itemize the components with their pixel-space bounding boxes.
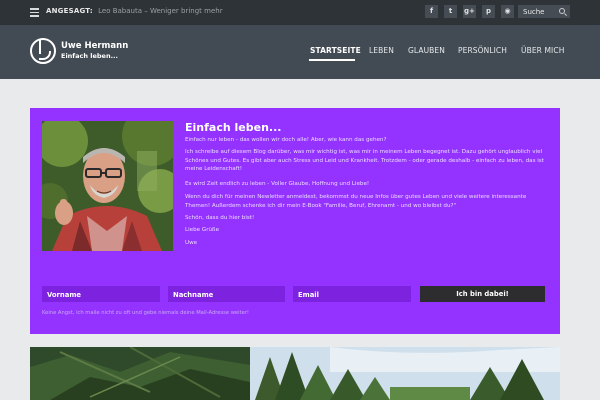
subscribe-button[interactable]: Ich bin dabei!	[420, 286, 545, 302]
top-bar: ANGESAGT: Leo Babauta – Weniger bringt m…	[0, 0, 600, 25]
author-photo	[42, 121, 173, 251]
pinterest-icon[interactable]: p	[482, 5, 495, 18]
privacy-note: Keine Angst, ich maile nicht zu oft und …	[42, 310, 250, 316]
nav-item-ueber-mich[interactable]: ÜBER MICH	[521, 46, 564, 55]
announcement-link[interactable]: Leo Babauta – Weniger bringt mehr	[98, 7, 222, 15]
hero-paragraph: Liebe Grüße	[185, 227, 220, 233]
hero-signature: Uwe	[185, 240, 198, 246]
email-placeholder: Email	[298, 290, 319, 299]
hero-paragraph: Einfach nur leben - das wollen wir doch …	[185, 137, 387, 143]
first-name-field[interactable]: Vorname	[42, 286, 160, 302]
facebook-icon[interactable]: f	[425, 5, 438, 18]
search-icon[interactable]	[559, 8, 565, 14]
hero-paragraph: Es wird Zeit endlich zu leben - Voller G…	[185, 181, 370, 187]
rss-icon[interactable]: ◉	[501, 5, 514, 18]
brand-name[interactable]: Uwe Hermann	[61, 41, 128, 51]
hero-paragraph: Ich schreibe auf diesem Blog darüber, wa…	[185, 149, 544, 172]
google-plus-icon[interactable]: g+	[463, 5, 476, 18]
hero-paragraph: Wenn du dich für meinen Newletter anmeld…	[185, 194, 527, 209]
first-name-placeholder: Vorname	[47, 290, 82, 299]
twitter-icon[interactable]: t	[444, 5, 457, 18]
nav-item-glauben[interactable]: GLAUBEN	[408, 46, 445, 55]
active-nav-indicator	[309, 59, 355, 61]
search-box[interactable]: Suche	[518, 5, 570, 18]
nav-item-startseite[interactable]: STARTSEITE	[310, 46, 361, 55]
hero-signup-box: Einfach leben... Einfach nur leben - das…	[30, 108, 560, 334]
featured-post-image[interactable]	[30, 347, 560, 400]
hero-paragraph: Schön, dass du hier bist!	[185, 215, 255, 221]
nav-item-persoenlich[interactable]: PERSÖNLICH	[458, 46, 507, 55]
brand-tagline: Einfach leben...	[61, 52, 118, 60]
nav-item-leben[interactable]: LEBEN	[369, 46, 394, 55]
last-name-placeholder: Nachname	[173, 290, 214, 299]
site-header: Uwe Hermann Einfach leben... STARTSEITE …	[0, 25, 600, 79]
announcement-label: ANGESAGT:	[46, 7, 93, 15]
search-input[interactable]: Suche	[523, 8, 544, 16]
last-name-field[interactable]: Nachname	[168, 286, 285, 302]
logo-icon[interactable]	[30, 38, 56, 64]
announcement[interactable]: ANGESAGT: Leo Babauta – Weniger bringt m…	[46, 7, 223, 15]
hamburger-menu-icon[interactable]	[30, 8, 39, 17]
email-field[interactable]: Email	[293, 286, 411, 302]
hero-title: Einfach leben...	[185, 121, 282, 134]
